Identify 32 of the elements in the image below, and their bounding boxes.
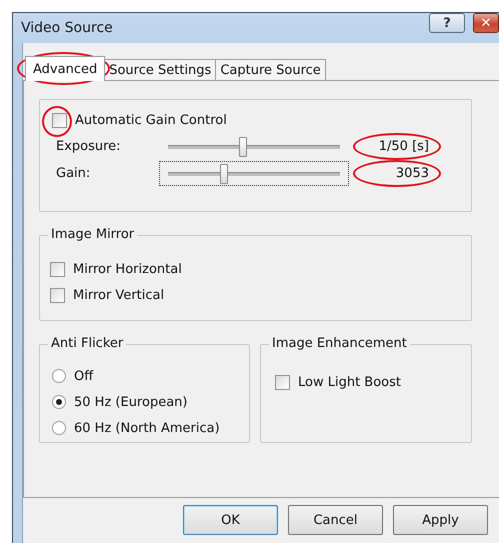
window-title: Video Source: [21, 20, 113, 36]
value-text: 3053: [396, 166, 429, 181]
dialog-button[interactable]: Apply: [393, 505, 488, 535]
checkbox-label[interactable]: Mirror Horizontal: [73, 262, 182, 276]
slider-thumb[interactable]: [238, 136, 247, 156]
tab[interactable]: Source Settings: [104, 59, 216, 81]
radio-label[interactable]: 60 Hz (North America): [74, 420, 220, 436]
radio-label[interactable]: 50 Hz (European): [74, 394, 188, 410]
help-button[interactable]: ?: [429, 13, 465, 33]
tab[interactable]: Capture Source: [215, 59, 326, 81]
slider[interactable]: [159, 161, 349, 186]
radio-label[interactable]: Off: [74, 368, 94, 384]
checkbox-label[interactable]: Mirror Vertical: [73, 288, 164, 302]
checkbox[interactable]: [52, 112, 67, 128]
radio-button[interactable]: [52, 369, 66, 383]
value-text: 1/50 [s]: [378, 139, 429, 154]
slider-label: Gain:: [55, 166, 92, 181]
checkbox[interactable]: [275, 374, 290, 390]
radio-button[interactable]: [52, 421, 66, 435]
checkbox-label[interactable]: Low Light Boost: [298, 374, 402, 390]
checkbox[interactable]: [50, 288, 65, 302]
slider-label: Exposure:: [55, 139, 122, 154]
radio-button[interactable]: [52, 395, 66, 409]
close-button[interactable]: ✕: [473, 13, 499, 33]
checkbox-label[interactable]: Automatic Gain Control: [75, 112, 227, 128]
slider-thumb[interactable]: [220, 164, 228, 184]
group-title: Image Mirror: [48, 227, 138, 242]
tab[interactable]: Advanced: [25, 56, 106, 81]
dialog-button[interactable]: Cancel: [288, 505, 383, 535]
dialog-button[interactable]: OK: [183, 505, 278, 535]
checkbox[interactable]: [50, 262, 65, 276]
group-title: Image Enhancement: [269, 336, 410, 351]
